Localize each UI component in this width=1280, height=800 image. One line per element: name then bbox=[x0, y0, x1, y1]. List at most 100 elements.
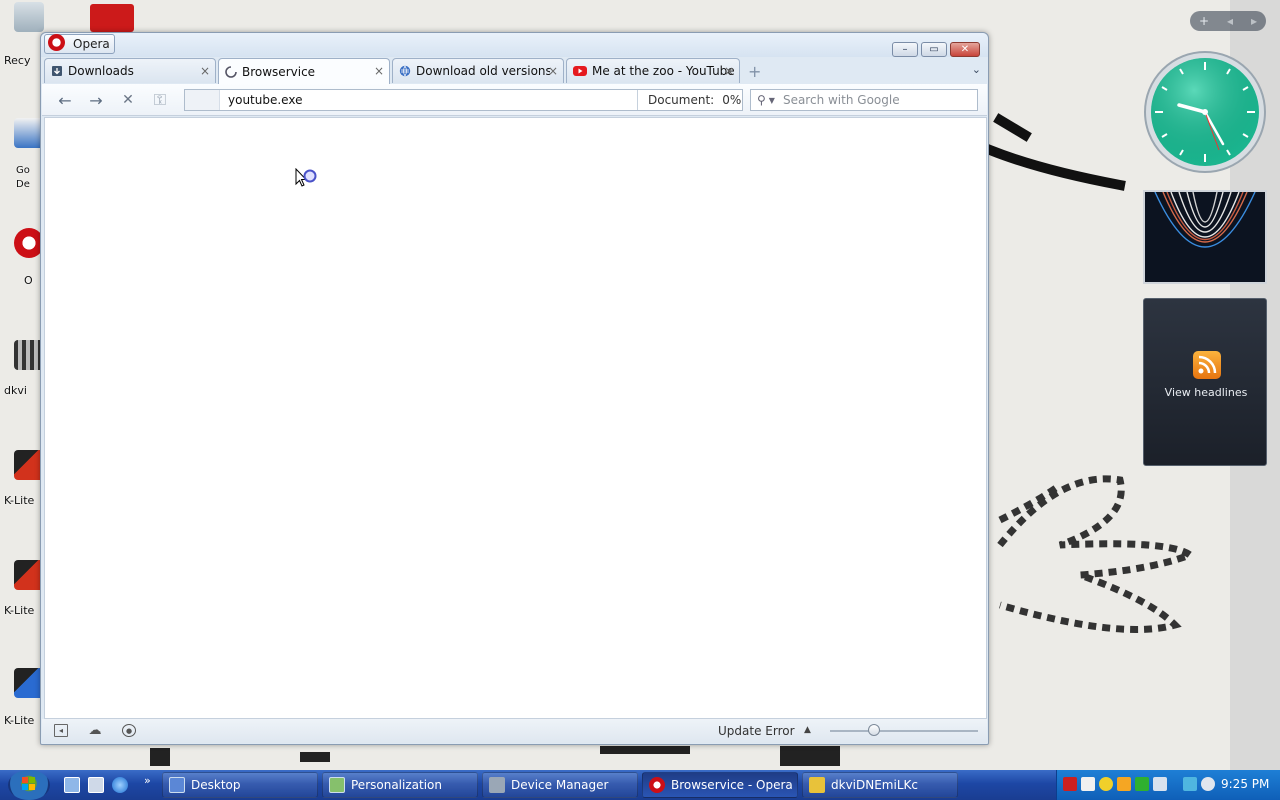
document-label: Document: bbox=[648, 93, 715, 107]
opera-menu-button[interactable]: Opera bbox=[44, 33, 115, 54]
tab-bar: Downloads × Browservice × Download old v… bbox=[44, 58, 987, 84]
title-bar[interactable]: Opera – ▭ ✕ bbox=[41, 33, 988, 57]
desktop-icon-label: O bbox=[24, 274, 33, 287]
update-menu-arrow-icon[interactable]: ▲ bbox=[804, 725, 811, 735]
turbo-speedometer-icon[interactable]: ● bbox=[122, 724, 136, 737]
downloads-icon bbox=[52, 66, 62, 76]
taskbar-clock[interactable]: 9:25 PM bbox=[1221, 777, 1269, 791]
previous-gadget-page-icon[interactable]: ◂ bbox=[1227, 14, 1233, 28]
opera-logo-icon bbox=[48, 33, 65, 51]
quicklaunch-more-chevron-icon[interactable]: » bbox=[144, 774, 151, 787]
desktop-app-icon[interactable] bbox=[90, 4, 134, 32]
switch-windows-icon[interactable] bbox=[88, 777, 104, 793]
opera-unite-cloud-icon[interactable]: ☁ bbox=[88, 723, 102, 738]
zoom-slider-track[interactable] bbox=[830, 730, 978, 732]
internet-explorer-icon[interactable] bbox=[112, 777, 128, 793]
desktop-icon-label: Recy bbox=[4, 54, 31, 67]
search-engine-dropdown-icon[interactable]: ▼ bbox=[769, 96, 775, 105]
taskbar-button-device-manager[interactable]: Device Manager bbox=[482, 772, 638, 798]
back-button[interactable]: ← bbox=[55, 90, 75, 110]
close-button[interactable]: ✕ bbox=[950, 42, 980, 57]
tab-downloads[interactable]: Downloads × bbox=[44, 58, 216, 83]
opera-icon bbox=[649, 777, 665, 793]
tab-close-icon[interactable]: × bbox=[200, 64, 210, 78]
window-controls: – ▭ ✕ bbox=[892, 42, 980, 57]
tab-label: Me at the zoo - YouTube bbox=[592, 64, 735, 78]
volume-muted-icon[interactable] bbox=[1201, 777, 1215, 791]
key-icon[interactable]: ⚿ bbox=[150, 90, 170, 110]
start-button[interactable] bbox=[8, 770, 50, 800]
minimize-button[interactable]: – bbox=[892, 42, 918, 57]
desktop-icon-label: dkvi bbox=[4, 384, 27, 397]
maximize-button[interactable]: ▭ bbox=[921, 42, 947, 57]
youtube-icon bbox=[573, 66, 587, 76]
clock-gadget[interactable] bbox=[1143, 50, 1267, 174]
taskbar-button-desktop[interactable]: Desktop bbox=[162, 772, 318, 798]
opera-menu-label: Opera bbox=[73, 37, 110, 51]
lav-filters-icon[interactable] bbox=[1081, 777, 1095, 791]
desktop-icon-label: K-Lite bbox=[4, 604, 35, 617]
search-field[interactable]: ⚲ ▼ Search with Google bbox=[750, 89, 978, 111]
gadget-controls: + ◂ ▸ bbox=[1190, 11, 1266, 31]
next-gadget-page-icon[interactable]: ▸ bbox=[1251, 14, 1257, 28]
new-tab-button[interactable]: + bbox=[748, 62, 761, 81]
add-gadget-button[interactable]: + bbox=[1199, 14, 1209, 28]
update-status[interactable]: Update Error bbox=[718, 724, 795, 738]
recycle-bin-icon bbox=[14, 2, 44, 32]
tab-label: Browservice bbox=[242, 64, 316, 79]
safely-remove-icon[interactable] bbox=[1153, 777, 1167, 791]
tab-label: Download old versions ... bbox=[416, 64, 550, 78]
taskbar-button-label: Device Manager bbox=[511, 778, 609, 792]
tab-browservice[interactable]: Browservice × bbox=[218, 58, 390, 84]
update-icon[interactable] bbox=[1099, 777, 1113, 791]
desktop-icon-opera[interactable]: O bbox=[4, 228, 44, 287]
desktop-icon-klite-1[interactable]: K-Lite bbox=[4, 450, 44, 507]
tab-close-icon[interactable]: × bbox=[374, 64, 384, 78]
desktop-icon-label: K-Lite bbox=[4, 494, 35, 507]
slideshow-gadget[interactable] bbox=[1143, 190, 1267, 284]
tab-me-at-the-zoo[interactable]: Me at the zoo - YouTube × bbox=[566, 58, 740, 83]
windows-logo-icon bbox=[22, 777, 35, 790]
site-badge[interactable] bbox=[185, 90, 220, 110]
opera-window: Opera – ▭ ✕ Downloads × Browservice × Do… bbox=[40, 32, 989, 745]
tab-label: Downloads bbox=[68, 64, 134, 78]
security-check-icon[interactable] bbox=[1135, 777, 1149, 791]
taskbar-button-label: Desktop bbox=[191, 778, 241, 792]
zoom-slider-thumb[interactable] bbox=[868, 724, 881, 736]
stop-button[interactable]: ✕ bbox=[118, 90, 138, 110]
feed-headlines-gadget[interactable]: View headlines bbox=[1143, 298, 1267, 466]
device-manager-icon bbox=[489, 777, 505, 793]
taskbar-button-media[interactable]: dkviDNEmiLKc bbox=[802, 772, 958, 798]
page-content[interactable] bbox=[44, 117, 987, 719]
shield-icon[interactable] bbox=[1117, 777, 1131, 791]
taskbar-button-label: dkviDNEmiLKc bbox=[831, 778, 918, 792]
tab-menu-chevron-icon[interactable]: ⌄ bbox=[972, 63, 981, 76]
taskbar-button-personalization[interactable]: Personalization bbox=[322, 772, 478, 798]
desktop-icon-video[interactable]: dkvi bbox=[4, 340, 44, 397]
taskbar-button-label: Browservice - Opera bbox=[671, 778, 793, 792]
view-headlines-label[interactable]: View headlines bbox=[1144, 386, 1268, 399]
network-icon[interactable] bbox=[1183, 777, 1197, 791]
desktop-icon-label: K-Lite bbox=[4, 714, 35, 727]
search-icon[interactable]: ⚲ bbox=[757, 93, 766, 107]
busy-cursor-icon bbox=[295, 168, 317, 187]
desktop-icon-klite-3[interactable]: K-Lite bbox=[4, 668, 44, 727]
forward-button[interactable]: → bbox=[86, 90, 106, 110]
desktop-icon-klite-2[interactable]: K-Lite bbox=[4, 560, 44, 617]
antivirus-icon[interactable] bbox=[1063, 777, 1077, 791]
taskbar-button-label: Personalization bbox=[351, 778, 442, 792]
taskbar-button-opera[interactable]: Browservice - Opera bbox=[642, 772, 798, 798]
desktop-icon-recycle-bin[interactable]: Recy bbox=[4, 2, 44, 67]
search-placeholder[interactable]: Search with Google bbox=[783, 93, 900, 107]
tab-close-icon[interactable]: × bbox=[724, 64, 734, 78]
desktop-icon-google-desktop[interactable]: Go De bbox=[4, 118, 44, 190]
media-player-icon bbox=[809, 777, 825, 793]
address-bar[interactable]: youtube.exe Document: 0% bbox=[184, 89, 743, 111]
address-input[interactable]: youtube.exe bbox=[228, 93, 302, 107]
navigation-toolbar: ← → ✕ ⚿ youtube.exe Document: 0% ⚲ ▼ Sea… bbox=[42, 84, 987, 116]
show-desktop-icon[interactable] bbox=[64, 777, 80, 793]
tab-close-icon[interactable]: × bbox=[548, 64, 558, 78]
panel-toggle-icon[interactable]: ◂ bbox=[54, 724, 68, 737]
tab-download-old-versions[interactable]: Download old versions ... × bbox=[392, 58, 564, 83]
rss-icon bbox=[1193, 351, 1221, 379]
